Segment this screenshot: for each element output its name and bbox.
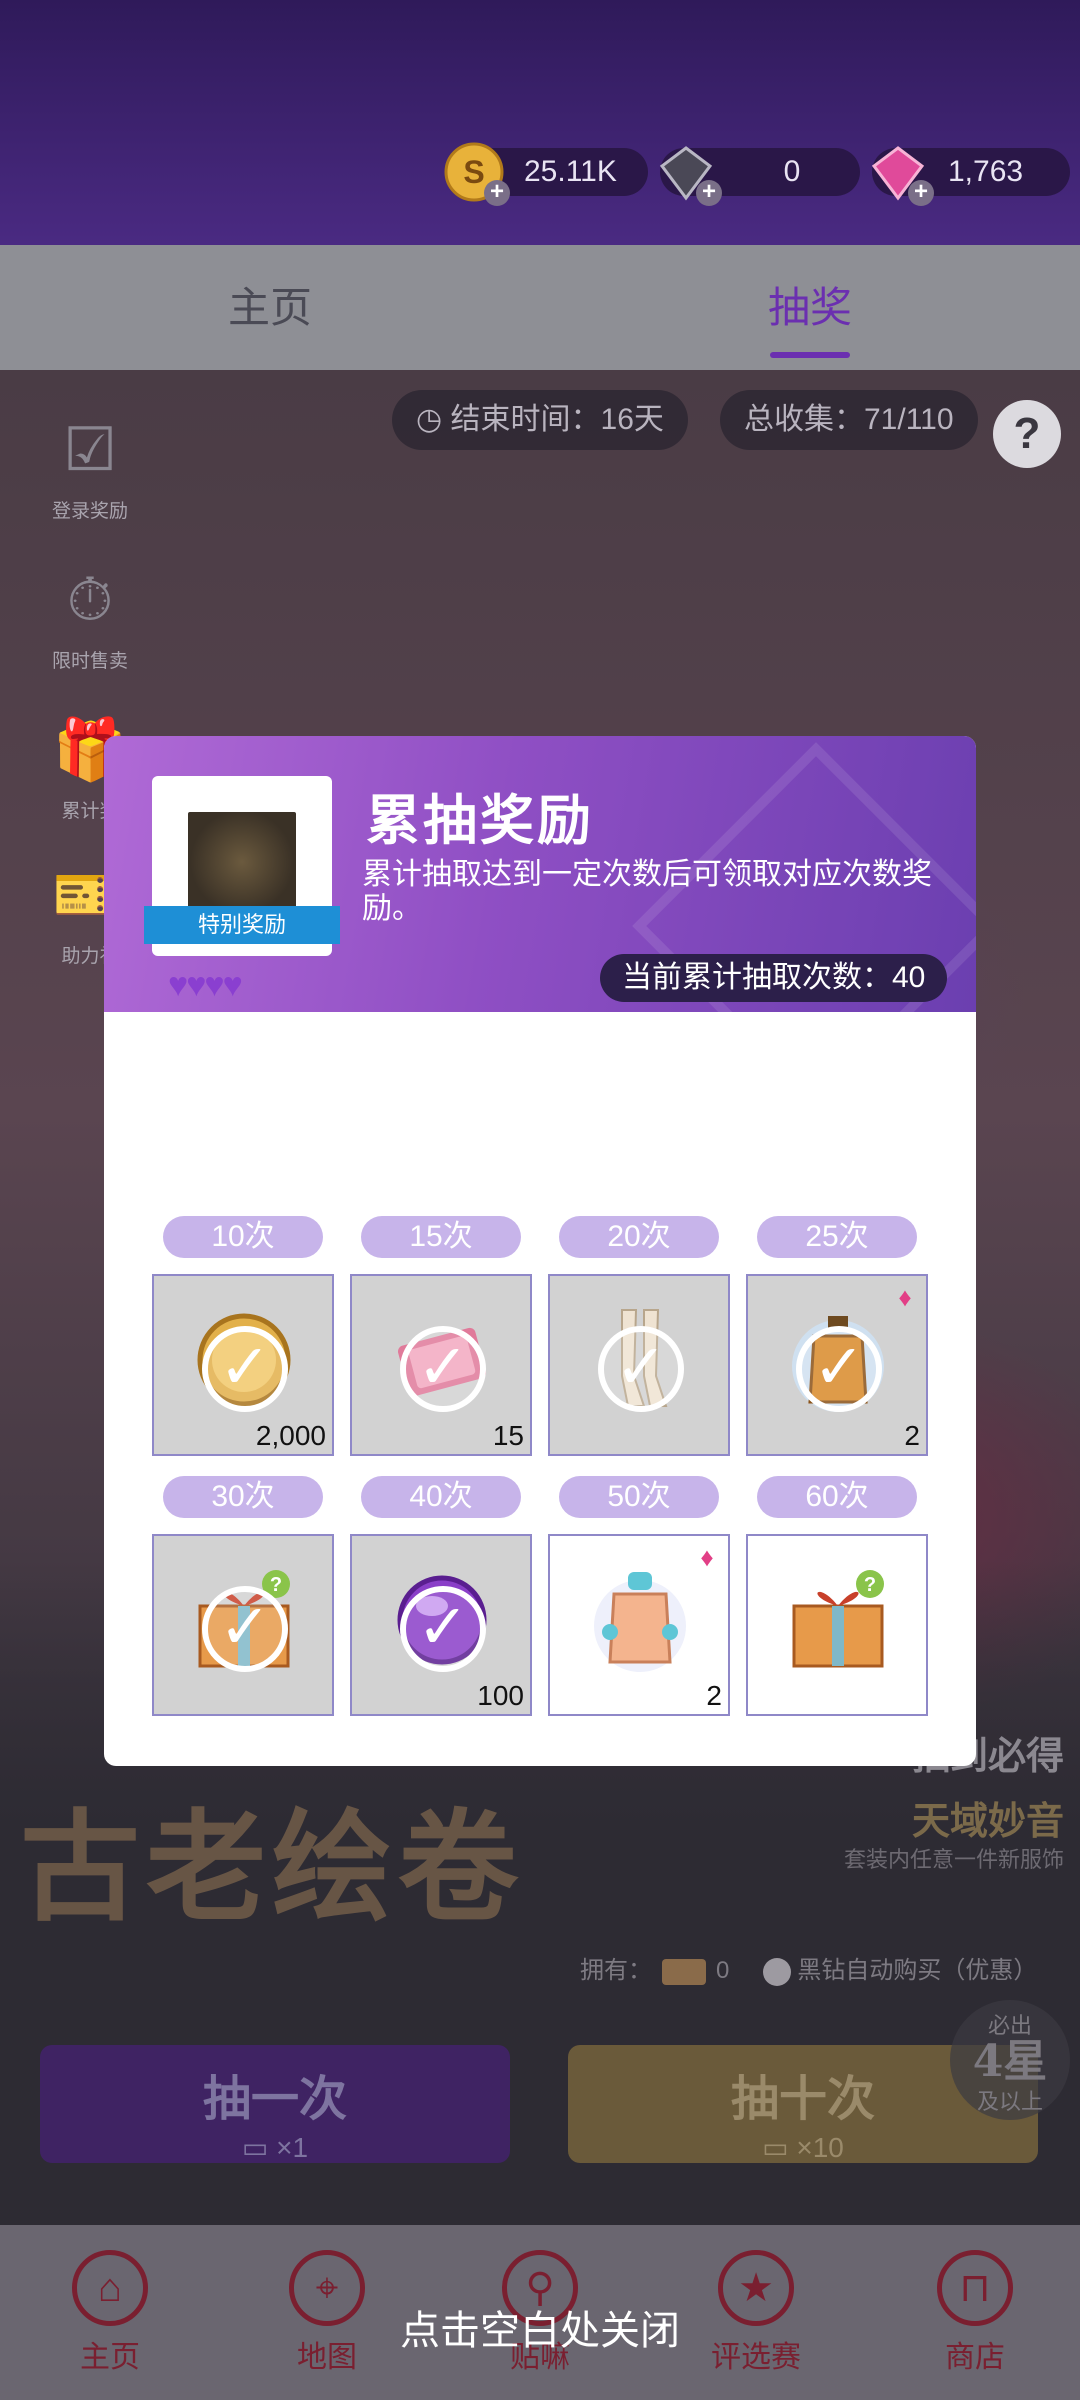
tier-label: 50次 bbox=[559, 1476, 719, 1518]
collection-text: 总收集：71/110 bbox=[744, 403, 954, 436]
perfume-bottle-icon bbox=[594, 1572, 686, 1672]
active-tab-indicator bbox=[770, 352, 850, 358]
reward-qty: 2,000 bbox=[255, 1420, 326, 1451]
special-reward-artwork bbox=[188, 812, 296, 912]
heart-icon: ♥ bbox=[186, 966, 206, 1004]
reward-slot: ✓ 15 bbox=[350, 1274, 532, 1456]
tab-bar: 主页 抽奖 bbox=[0, 245, 1080, 370]
reward-slot: ✓ 100 bbox=[350, 1534, 532, 1716]
collection-pill: 总收集：71/110 bbox=[720, 390, 978, 450]
tier-label: 20次 bbox=[559, 1216, 719, 1258]
question-icon: ? bbox=[1013, 409, 1041, 458]
tier-label: 15次 bbox=[361, 1216, 521, 1258]
black-diamond-value: 0 bbox=[783, 155, 801, 188]
reward-slot: ♦ ✓ 2 bbox=[746, 1274, 928, 1456]
clock-icon: ◷ bbox=[416, 403, 451, 436]
promo-line-3: 套装内任意一件新服饰 bbox=[843, 1847, 1064, 1872]
claimed-check-icon: ✓ bbox=[796, 1326, 882, 1412]
owned-tickets-row: 拥有： 0 黑钻自动购买（优惠） bbox=[580, 1950, 1037, 1986]
draw-ten-cost: ▭ ×10 bbox=[762, 2132, 844, 2163]
special-reward-ribbon: 特别奖励 bbox=[144, 906, 340, 944]
svg-text:?: ? bbox=[864, 1574, 876, 1596]
claimed-check-icon: ✓ bbox=[598, 1326, 684, 1412]
claimed-check-icon: ✓ bbox=[202, 1326, 288, 1412]
banner-title: 古老绘卷 bbox=[20, 1797, 524, 1938]
heart-icon: ♥ bbox=[204, 966, 224, 1004]
svg-text:?: ? bbox=[270, 1574, 282, 1596]
add-gold-icon[interactable]: + bbox=[484, 180, 510, 206]
tab-home[interactable]: 主页 bbox=[120, 245, 420, 370]
auto-buy-toggle[interactable] bbox=[763, 1957, 792, 1986]
owned-label: 拥有： bbox=[580, 1957, 652, 1984]
side-limited-sale[interactable]: ⏱ 限时售卖 bbox=[30, 560, 150, 673]
gold-value: 25.11K bbox=[524, 155, 617, 188]
tier-label: 25次 bbox=[757, 1216, 917, 1258]
ticket-icon: ▭ bbox=[241, 2132, 277, 2163]
perfume-tag-icon: ♦ bbox=[700, 1542, 714, 1572]
cumulative-reward-modal: 特别奖励 ♥♥♥♥ 累抽奖励 累计抽取达到一定次数后可领取对应次数奖励。 当前累… bbox=[104, 736, 976, 1766]
reward-slot: ✓ bbox=[548, 1274, 730, 1456]
promo-line-2: 天域妙音 bbox=[911, 1798, 1064, 1843]
modal-title: 累抽奖励 bbox=[366, 788, 594, 852]
ticket-icon bbox=[662, 1958, 706, 1985]
draw-once-label: 抽一次 bbox=[202, 2071, 347, 2127]
perfume-tag-icon: ♦ bbox=[898, 1282, 912, 1312]
end-time-pill: ◷ 结束时间：16天 bbox=[392, 390, 688, 450]
draw-once-cost: ▭ ×1 bbox=[241, 2132, 309, 2163]
side-login-reward-label: 登录奖励 bbox=[51, 501, 128, 522]
end-time-text: 结束时间：16天 bbox=[450, 403, 664, 436]
modal-header: 特别奖励 ♥♥♥♥ 累抽奖励 累计抽取达到一定次数后可领取对应次数奖励。 当前累… bbox=[104, 736, 976, 1110]
current-draw-count: 当前累计抽取次数：40 bbox=[600, 954, 948, 1002]
side-login-reward[interactable]: ☑ 登录奖励 bbox=[30, 410, 150, 523]
tier-label: 40次 bbox=[361, 1476, 521, 1518]
tier-label: 10次 bbox=[163, 1216, 323, 1258]
reward-qty: 2 bbox=[904, 1420, 920, 1451]
reward-slot: ♦ 2 bbox=[548, 1534, 730, 1716]
add-black-diamond-icon[interactable]: + bbox=[696, 180, 722, 206]
help-button[interactable]: ? bbox=[993, 400, 1061, 468]
top-header: S + 25.11K + 0 + 1,763 bbox=[0, 0, 1080, 245]
tap-to-close-hint[interactable]: 点击空白处关闭 bbox=[0, 2298, 1080, 2356]
rarity-hearts: ♥♥♥♥ bbox=[168, 966, 243, 1005]
tier-label: 60次 bbox=[757, 1476, 917, 1518]
modal-description: 累计抽取达到一定次数后可领取对应次数奖励。 bbox=[362, 858, 932, 925]
reward-qty: 15 bbox=[492, 1420, 524, 1451]
claimed-check-icon: ✓ bbox=[400, 1586, 486, 1672]
pink-diamond-currency[interactable]: + 1,763 bbox=[871, 146, 1070, 206]
reward-qty: 2 bbox=[706, 1680, 722, 1711]
header-decoration bbox=[632, 742, 976, 1110]
reward-slot: ? ✓ bbox=[152, 1534, 334, 1716]
svg-text:S: S bbox=[463, 154, 484, 190]
ticket-icon: ▭ bbox=[762, 2132, 797, 2163]
mystery-gift-box-icon: ? bbox=[792, 1570, 884, 1668]
reward-slot: ? bbox=[746, 1534, 928, 1716]
black-diamond-currency[interactable]: + 0 bbox=[659, 146, 860, 206]
add-pink-diamond-icon[interactable]: + bbox=[908, 180, 934, 206]
auto-buy-label: 黑钻自动购买（优惠） bbox=[797, 1957, 1038, 1984]
guarantee-badge: 必出 4星 及以上 bbox=[950, 2000, 1070, 2120]
tier-label: 30次 bbox=[163, 1476, 323, 1518]
reward-slot: ✓ 2,000 bbox=[152, 1274, 334, 1456]
pink-diamond-value: 1,763 bbox=[948, 155, 1024, 188]
claimed-check-icon: ✓ bbox=[202, 1586, 288, 1672]
heart-icon: ♥ bbox=[168, 966, 188, 1004]
reward-qty: 100 bbox=[477, 1680, 524, 1711]
draw-once-button[interactable]: 抽一次 ▭ ×1 bbox=[40, 2045, 510, 2163]
heart-icon: ♥ bbox=[222, 966, 243, 1004]
claimed-check-icon: ✓ bbox=[400, 1326, 486, 1412]
gold-currency[interactable]: S + 25.11K bbox=[444, 142, 648, 206]
stopwatch-icon: ⏱ bbox=[66, 566, 114, 633]
calendar-check-icon: ☑ bbox=[63, 416, 117, 483]
owned-count: 0 bbox=[716, 1957, 730, 1984]
side-limited-sale-label: 限时售卖 bbox=[51, 651, 128, 672]
